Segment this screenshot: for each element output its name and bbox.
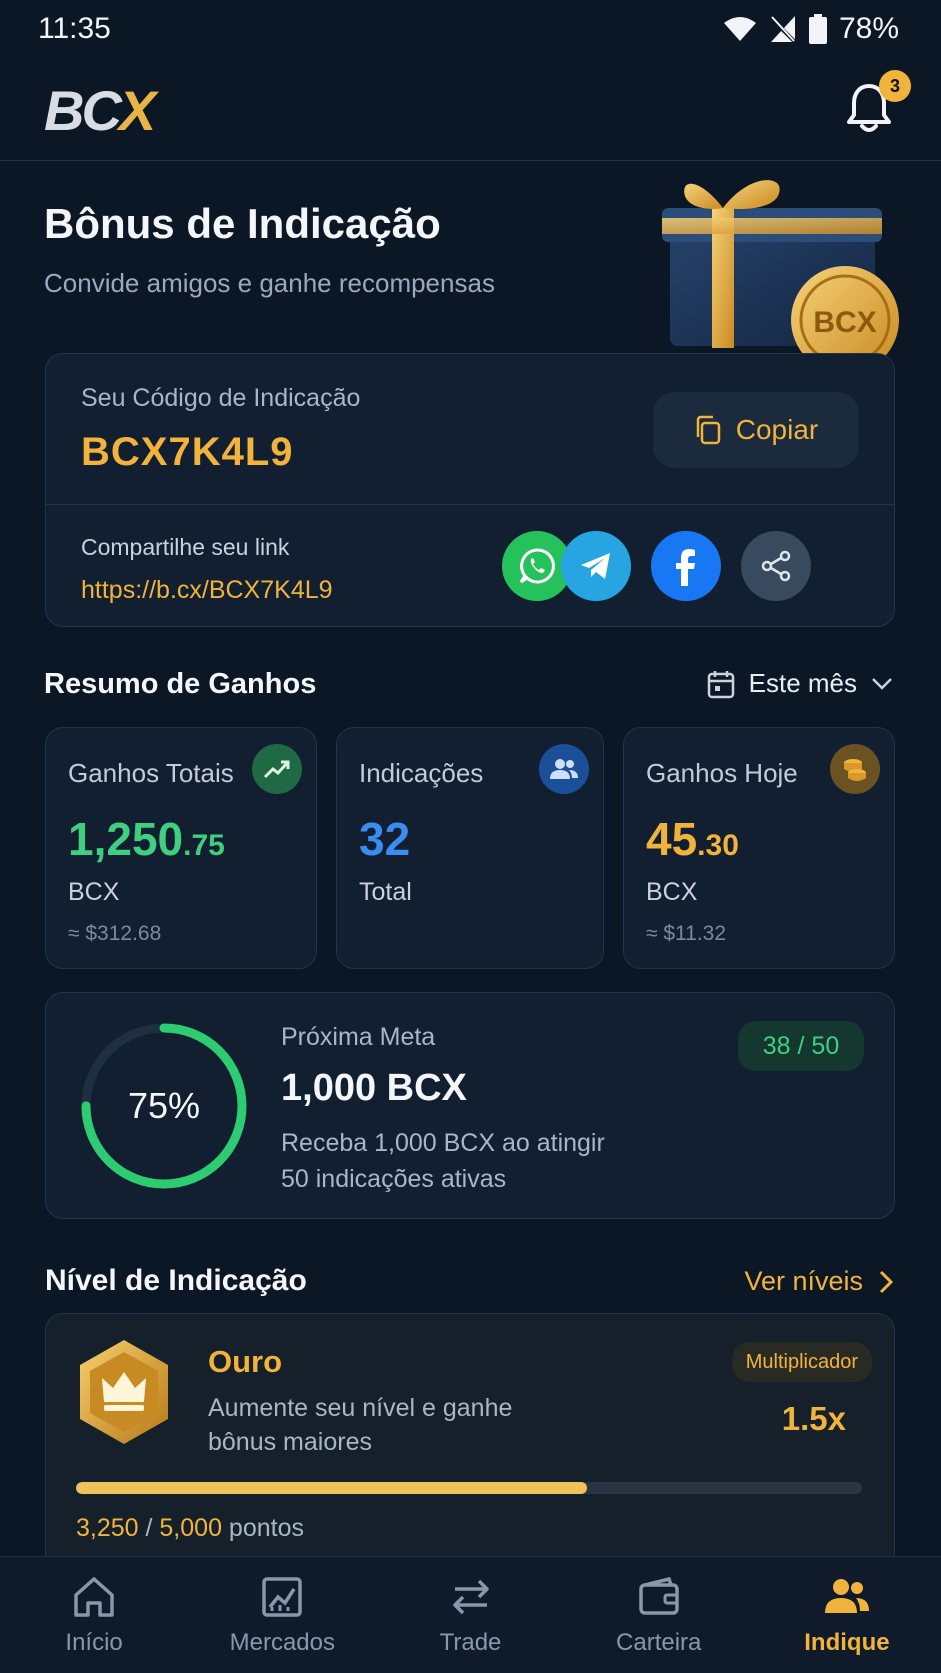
next-goal-card[interactable]: 75% Próxima Meta 1,000 BCX Receba 1,000 … (45, 992, 895, 1219)
stat-value: 32 (359, 813, 411, 865)
see-levels-label: Ver níveis (744, 1266, 863, 1296)
nav-item-carteira[interactable]: Carteira (565, 1557, 753, 1673)
stat-unit: BCX (68, 878, 120, 906)
crown-badge-icon (80, 1340, 168, 1444)
nav-item-inicio[interactable]: Início (0, 1557, 188, 1673)
nav-item-trade[interactable]: Trade (376, 1557, 564, 1673)
logo-accent: X (118, 79, 156, 142)
page-subtitle: Convide amigos e ganhe recompensas (44, 268, 495, 298)
goal-label: Próxima Meta (281, 1023, 436, 1051)
goal-percent: 75% (127, 1085, 201, 1126)
telegram-button[interactable] (561, 531, 631, 601)
notification-badge: 3 (879, 70, 911, 102)
nav-label: Mercados (229, 1629, 335, 1656)
wallet-icon (638, 1576, 679, 1615)
notifications-button[interactable]: 3 (841, 70, 911, 138)
copy-button-label: Copiar (735, 414, 819, 445)
level-section-title: Nível de Indicação (45, 1264, 307, 1297)
calendar-icon (707, 670, 734, 698)
nav-label: Trade (439, 1629, 502, 1656)
whatsapp-icon (519, 548, 555, 584)
share-button[interactable] (741, 531, 811, 601)
coin-label: BCX (813, 306, 876, 339)
goal-description: Receba 1,000 BCX ao atingir (281, 1129, 605, 1157)
stat-card-total-earnings[interactable]: Ganhos Totais 1,250.75 BCX ≈ $312.68 (45, 727, 317, 969)
chevron-right-icon (879, 1270, 893, 1293)
chevron-down-icon (872, 677, 892, 690)
coins-icon (830, 744, 880, 794)
level-name: Ouro (208, 1344, 283, 1379)
referral-code: BCX7K4L9 (81, 430, 294, 474)
home-icon (74, 1577, 114, 1617)
referral-card: Seu Código de Indicação BCX7K4L9 Copiar … (45, 353, 895, 627)
multiplier-value: 1.5x (781, 1400, 846, 1437)
level-points: 3,250 / 5,000 pontos (76, 1514, 304, 1542)
level-description-2: bônus maiores (208, 1428, 372, 1456)
share-icon (761, 550, 791, 582)
stat-unit: BCX (646, 878, 698, 906)
nav-label: Carteira (616, 1629, 702, 1656)
nav-label: Início (65, 1629, 123, 1656)
swap-icon (452, 1579, 489, 1615)
share-label: Compartilhe seu link (81, 534, 290, 560)
app-header: BCX 3 (0, 56, 941, 161)
period-label: Este mês (748, 668, 857, 698)
stat-usd: ≈ $312.68 (68, 922, 162, 945)
users-icon (824, 1579, 869, 1613)
copy-icon (696, 415, 720, 445)
card-divider (46, 504, 894, 505)
stat-label: Ganhos Hoje (646, 758, 798, 788)
level-progress-bar (76, 1482, 862, 1494)
telegram-icon (581, 553, 610, 579)
status-time: 11:35 (38, 12, 111, 45)
goal-count-badge: 38 / 50 (738, 1021, 864, 1071)
period-selector[interactable]: Este mês (707, 668, 893, 699)
level-description: Aumente seu nível e ganhe (208, 1394, 513, 1422)
bottom-navigation: Início Mercados Trade Carteira Indique (0, 1556, 941, 1673)
stat-usd: ≈ $11.32 (646, 922, 727, 945)
gift-box-illustration: BCX (662, 180, 899, 358)
nav-label: Indique (804, 1629, 890, 1656)
goal-value: 1,000 BCX (281, 1067, 467, 1109)
stat-value: 45.30 (646, 813, 739, 865)
stat-label: Indicações (359, 758, 484, 788)
referral-link[interactable]: https://b.cx/BCX7K4L9 (81, 576, 333, 605)
see-levels-link[interactable]: Ver níveis (744, 1266, 893, 1297)
referral-code-label: Seu Código de Indicação (81, 384, 361, 412)
summary-title: Resumo de Ganhos (44, 668, 317, 700)
brand-logo[interactable]: BCX (44, 78, 156, 143)
stat-value: 1,250.75 (68, 813, 225, 865)
facebook-icon (676, 549, 695, 586)
multiplier-badge: Multiplicador (731, 1342, 872, 1382)
stat-card-today-earnings[interactable]: Ganhos Hoje 45.30 BCX ≈ $11.32 (623, 727, 895, 969)
status-bar: 11:35 78% (0, 0, 941, 56)
battery-icon (808, 14, 827, 44)
goal-description-2: 50 indicações ativas (281, 1165, 507, 1193)
logo-text: BC (44, 79, 122, 142)
signal-off-icon (769, 16, 797, 44)
facebook-button[interactable] (651, 531, 721, 601)
wifi-icon (723, 17, 756, 41)
nav-item-mercados[interactable]: Mercados (188, 1557, 376, 1673)
level-progress-fill (76, 1482, 587, 1494)
stat-card-referrals[interactable]: Indicações 32 Total (336, 727, 604, 969)
battery-percent: 78% (838, 12, 899, 45)
page-title: Bônus de Indicação (44, 200, 441, 247)
users-icon (539, 744, 589, 794)
chart-icon (262, 1577, 303, 1617)
stat-label: Ganhos Totais (68, 758, 234, 788)
nav-item-indique[interactable]: Indique (753, 1557, 941, 1673)
stat-unit: Total (359, 878, 412, 906)
trending-up-icon (252, 744, 302, 794)
copy-button[interactable]: Copiar (653, 392, 859, 468)
status-icons: 78% (723, 12, 899, 46)
